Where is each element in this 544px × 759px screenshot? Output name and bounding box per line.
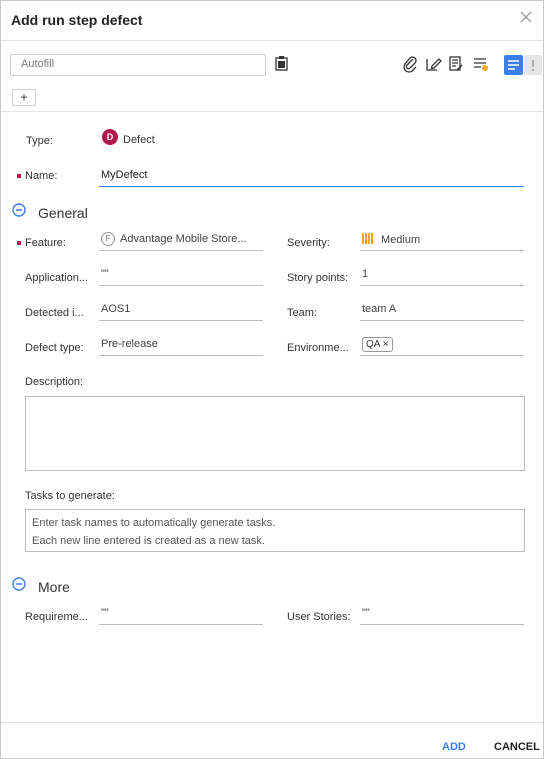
severity-value: Medium [381,233,421,246]
environment-label: Environme... [287,342,349,354]
attachment-icon[interactable] [402,55,422,75]
severity-label: Severity: [287,237,330,249]
filter-settings-icon[interactable] [472,55,492,75]
tasks-placeholder-line2: Each new line entered is created as a ne… [32,535,265,547]
defect-badge: D [102,129,118,145]
template-icon[interactable] [274,55,294,75]
description-textarea[interactable] [25,396,525,471]
application-label: Application... [25,272,88,284]
feature-badge: F [101,232,115,246]
add-defect-dialog: Add run step defect Autofill + Type: D D… [0,0,544,759]
signature-icon[interactable] [425,55,445,75]
requirements-field[interactable]: "" [99,603,263,625]
name-label: Name: [25,170,58,182]
feature-value: Advantage Mobile Store... [120,232,247,245]
story-points-field[interactable]: 1 [360,264,524,286]
requirements-label: Requireme... [25,611,88,623]
tasks-label: Tasks to generate: [25,490,115,502]
minus-circle-icon[interactable] [12,577,28,593]
view-toggle [504,55,542,75]
detected-in-field[interactable]: AOS1 [99,299,263,321]
detected-in-label: Detected i... [25,307,84,319]
name-field[interactable]: MyDefect [99,165,524,187]
description-label: Description: [25,376,84,388]
tasks-textarea[interactable]: Enter task names to automatically genera… [25,509,525,552]
feature-field[interactable]: F Advantage Mobile Store... [99,229,263,251]
minus-circle-icon[interactable] [12,203,28,219]
type-label: Type: [26,135,53,147]
feature-label: Feature: [25,237,66,249]
list-view-icon[interactable] [504,55,523,75]
info-view-icon[interactable] [524,55,542,75]
severity-bars-icon [362,233,376,247]
defect-type-field[interactable]: Pre-release [99,334,263,356]
type-value: Defect [123,134,155,146]
add-button[interactable]: ADD [442,741,466,753]
severity-field[interactable]: Medium [360,229,524,251]
tasks-placeholder-line1: Enter task names to automatically genera… [32,517,276,529]
close-icon[interactable] [517,9,535,27]
required-marker [17,241,21,245]
document-icon[interactable] [448,55,468,75]
team-label: Team: [287,307,317,319]
add-button[interactable]: + [12,89,36,106]
more-section-title: More [38,579,70,595]
cancel-button[interactable]: CANCEL [494,741,540,753]
dialog-footer: ADD CANCEL [1,722,543,758]
required-marker [17,174,21,178]
autofill-input[interactable]: Autofill [10,54,266,76]
dialog-header: Add run step defect [1,1,543,41]
user-stories-label: User Stories: [287,611,351,623]
environment-field[interactable]: QA × [360,334,524,356]
team-field[interactable]: team A [360,299,524,321]
environment-chip[interactable]: QA × [362,337,393,352]
dialog-title: Add run step defect [11,12,143,28]
tasks-placeholder: Enter task names to automatically genera… [26,510,524,554]
general-section-title: General [38,205,88,221]
story-points-label: Story points: [287,272,349,284]
user-stories-field[interactable]: "" [360,603,524,625]
defect-type-label: Defect type: [25,342,84,354]
application-field[interactable]: "" [99,264,263,286]
toolbar: Autofill + [1,42,543,112]
